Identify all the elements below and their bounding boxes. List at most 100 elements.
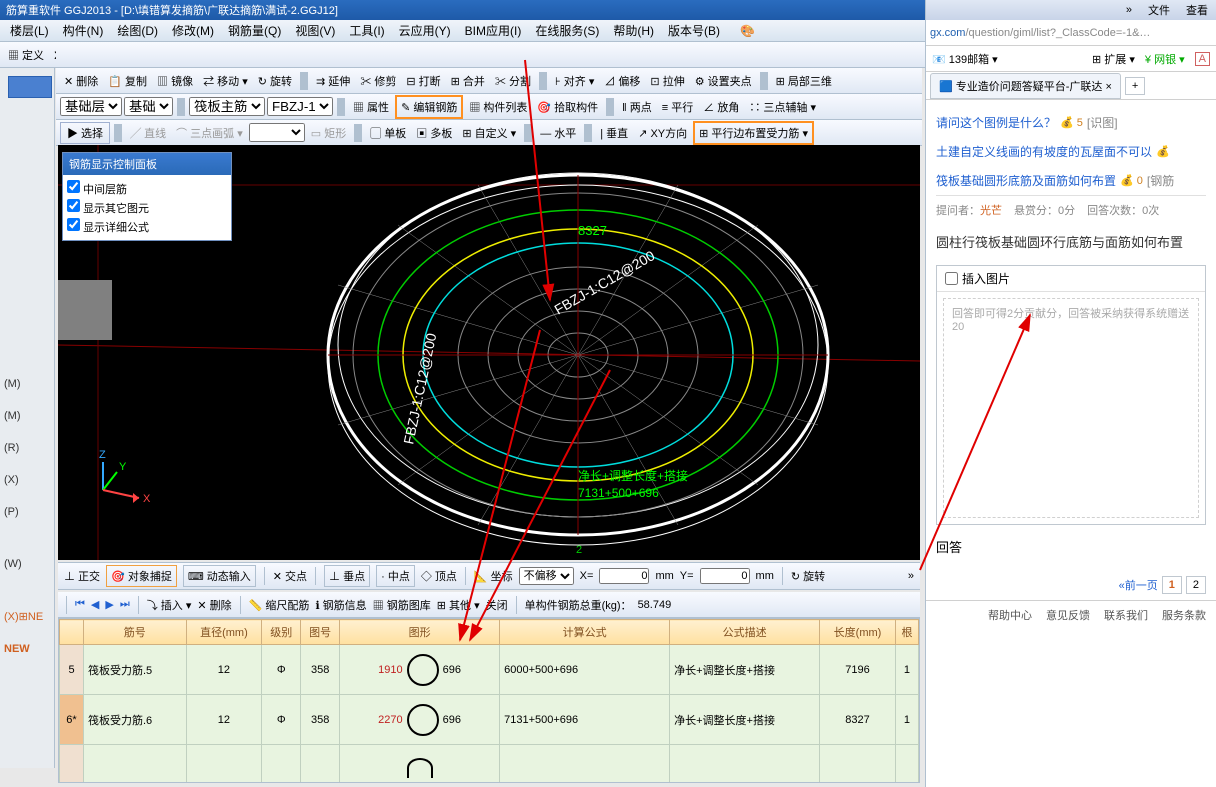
xy-dir-button[interactable]: ↗ XY方向 (634, 123, 691, 143)
layer-combo[interactable]: 基础层 (60, 97, 122, 116)
page-2[interactable]: 2 (1186, 576, 1206, 594)
bookmark-139[interactable]: 📧 139邮箱 ▾ (932, 51, 998, 67)
prev-page[interactable]: «前一页 (1119, 577, 1158, 593)
select-button[interactable]: ▶ 选择 (60, 122, 110, 144)
grip-button[interactable]: ⚙ 设置夹点 (691, 71, 756, 91)
related-link[interactable]: 土建自定义线画的有坡度的瓦屋面不可以💰 (936, 137, 1206, 166)
col-cnt[interactable]: 根 (895, 620, 918, 645)
cell-shape[interactable]: 2270696 (340, 695, 500, 745)
tab[interactable]: » (1118, 1, 1140, 19)
property-button[interactable]: ▦ 属性 (349, 97, 393, 117)
menu-help[interactable]: 帮助(H) (607, 20, 660, 41)
contact-link[interactable]: 联系我们 (1104, 607, 1148, 623)
cell-dia[interactable]: 12 (186, 645, 262, 695)
cell-level[interactable]: Φ (262, 645, 301, 695)
cell-formula[interactable]: 7131+500+696 (500, 695, 670, 745)
code-combo[interactable]: FBZJ-1 (267, 97, 333, 116)
cell-shape[interactable] (340, 745, 500, 784)
cell-shape[interactable]: 1910696 (340, 645, 500, 695)
stretch-button[interactable]: ⊡ 拉伸 (646, 71, 688, 91)
table-row[interactable]: 6* 筏板受力筋.6 12 Φ 358 2270696 7131+500+696… (60, 695, 919, 745)
align-button[interactable]: ⊦ 对齐 ▾ (551, 71, 598, 91)
member-combo[interactable]: 筏板主筋 (189, 97, 265, 116)
other-button[interactable]: ⊞ 其他 ▾ (437, 597, 480, 613)
menu-floor[interactable]: 楼层(L) (4, 20, 55, 41)
coord-label[interactable]: 📐 坐标 (474, 568, 513, 584)
related-link[interactable]: 请问这个图例是什么？💰 5[识图] (936, 108, 1206, 137)
view-menu[interactable]: 查看 (1178, 0, 1216, 21)
insert-button[interactable]: ⤵ 插入 ▾ (147, 597, 192, 613)
edit-rebar-button[interactable]: ✎ 编辑钢筋 (395, 95, 463, 119)
rotate-button[interactable]: ↻ 旋转 (254, 71, 296, 91)
cell-dia[interactable]: 12 (186, 695, 262, 745)
new-tab-button[interactable]: + (1125, 77, 1145, 95)
custom-button[interactable]: ⊞ 自定义 ▾ (458, 123, 520, 143)
cell-len[interactable]: 7196 (820, 645, 896, 695)
answer-textarea[interactable]: 回答即可得2分贡献分，回答被采纳获得系统赠送20 (943, 298, 1199, 518)
opt-show-formula[interactable]: 显示详细公式 (67, 217, 227, 236)
cell-formula[interactable]: 6000+500+696 (500, 645, 670, 695)
menu-bim[interactable]: BIM应用(I) (459, 20, 528, 41)
menu-version[interactable]: 版本号(B) (662, 20, 726, 41)
copy-button[interactable]: 📋 复制 (104, 71, 151, 91)
related-link[interactable]: 筏板基础圆形底筋及面筋如何布置💰 0[钢筋 (936, 166, 1206, 195)
arc3-button[interactable]: ⌒ 三点画弧 ▾ (172, 123, 247, 143)
scale-rebar-button[interactable]: 📏 缩尺配筋 (249, 597, 310, 613)
x-input[interactable] (599, 568, 649, 584)
ext-button[interactable]: ⊞ 扩展 ▾ (1092, 51, 1135, 67)
col-pic[interactable]: 图号 (301, 620, 340, 645)
parallel-edge-rebar-button[interactable]: ⊞ 平行边布置受力筋 ▾ (693, 121, 814, 145)
address-bar[interactable]: gx.com /question/giml/list?_ClassCode=-1… (926, 20, 1216, 46)
cell-pic[interactable]: 358 (301, 695, 340, 745)
file-menu[interactable]: 文件 (1140, 0, 1178, 21)
vertical-button[interactable]: | 垂直 (596, 123, 632, 143)
cell-cnt[interactable]: 1 (895, 645, 918, 695)
cell-desc[interactable]: 净长+调整长度+搭接 (670, 695, 820, 745)
intersect-snap[interactable]: ✕ 交点 (273, 568, 307, 584)
insert-image-header[interactable]: 插入图片 (937, 266, 1205, 292)
horizontal-button[interactable]: — 水平 (536, 123, 580, 143)
close-button[interactable]: 关闭 (486, 597, 508, 613)
a-button[interactable]: A (1195, 52, 1210, 66)
cell-cnt[interactable]: 1 (895, 695, 918, 745)
page-1[interactable]: 1 (1162, 576, 1182, 594)
menu-cloud[interactable]: 云应用(Y) (393, 20, 457, 41)
terms-link[interactable]: 服务条款 (1162, 607, 1206, 623)
cell-desc[interactable]: 净长+调整长度+搭接 (670, 645, 820, 695)
join-button[interactable]: ⊞ 合并 (447, 71, 489, 91)
rebar-lib-button[interactable]: ▦ 钢筋图库 (373, 597, 431, 613)
col-desc[interactable]: 公式描述 (670, 620, 820, 645)
extend-button[interactable]: ⇉ 延伸 (312, 71, 354, 91)
single-board-button[interactable]: ▢ 单板 (366, 123, 410, 143)
split-button[interactable]: ✂ 分割 (491, 71, 535, 91)
perp-snap[interactable]: ⊥ 垂点 (324, 565, 370, 587)
menu-rebar[interactable]: 钢筋量(Q) (222, 20, 287, 41)
rebar-table[interactable]: 筋号 直径(mm) 级别 图号 图形 计算公式 公式描述 长度(mm) 根 5 … (58, 618, 920, 783)
multi-board-button[interactable]: ▣ 多板 (412, 123, 456, 143)
rebar-display-panel[interactable]: 钢筋显示控制面板 中间层筋 显示其它图元 显示详细公式 (62, 152, 232, 241)
member-list-button[interactable]: ▦ 构件列表 (465, 97, 531, 117)
two-point-button[interactable]: ‖ 两点 (618, 97, 656, 117)
col-shape[interactable]: 图形 (340, 620, 500, 645)
col-formula[interactable]: 计算公式 (500, 620, 670, 645)
menu-view[interactable]: 视图(V) (289, 20, 341, 41)
table-row[interactable]: 5 筏板受力筋.5 12 Φ 358 1910696 6000+500+696 … (60, 645, 919, 695)
feedback-link[interactable]: 意见反馈 (1046, 607, 1090, 623)
left-tab-icon[interactable] (8, 76, 52, 98)
break-button[interactable]: ⊟ 打断 (402, 71, 444, 91)
vertex-snap[interactable]: ◇ 顶点 (421, 568, 457, 584)
nav-prev[interactable]: ◀ (91, 598, 99, 611)
y-input[interactable] (700, 568, 750, 584)
offset-combo[interactable]: 不偏移 (519, 567, 574, 585)
insert-image-box[interactable]: 插入图片 回答即可得2分贡献分，回答被采纳获得系统赠送20 (936, 265, 1206, 525)
col-level[interactable]: 级别 (262, 620, 301, 645)
parallel-button[interactable]: ≡ 平行 (658, 97, 697, 117)
menu-member[interactable]: 构件(N) (57, 20, 110, 41)
bank-button[interactable]: ¥ 网银 ▾ (1145, 51, 1185, 67)
col-dia[interactable]: 直径(mm) (186, 620, 262, 645)
table-row[interactable] (60, 745, 919, 784)
close-page-icon[interactable]: ✕ (0, 76, 4, 107)
delete-button[interactable]: ✕ 删除 (197, 597, 231, 613)
osnap-toggle[interactable]: 🎯 对象捕捉 (106, 565, 177, 587)
mid-snap[interactable]: · 中点 (376, 565, 415, 587)
